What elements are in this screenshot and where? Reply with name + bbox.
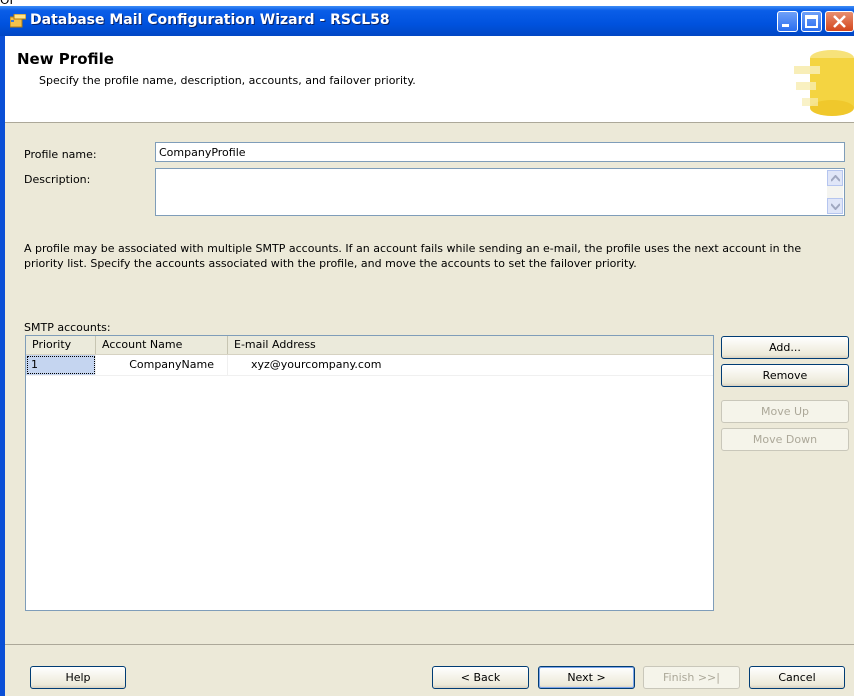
column-header-priority[interactable]: Priority — [26, 336, 96, 354]
help-button[interactable]: Help — [30, 666, 126, 689]
move-up-button[interactable]: Move Up — [721, 400, 849, 423]
description-label: Description: — [24, 173, 91, 186]
smtp-accounts-label: SMTP accounts: — [24, 321, 111, 334]
page-header: New Profile Specify the profile name, de… — [5, 36, 854, 123]
profile-name-label: Profile name: — [24, 148, 97, 161]
close-button[interactable] — [825, 11, 854, 32]
window-title: Database Mail Configuration Wizard - RSC… — [30, 12, 390, 28]
column-header-email[interactable]: E-mail Address — [228, 336, 714, 354]
scroll-down-arrow[interactable] — [827, 198, 843, 214]
info-text: A profile may be associated with multipl… — [24, 242, 802, 270]
page-title: New Profile — [17, 50, 114, 68]
description-input[interactable] — [156, 169, 844, 215]
footer-divider — [5, 644, 854, 645]
finish-button[interactable]: Finish >>| — [643, 666, 740, 689]
grid-header: Priority Account Name E-mail Address — [26, 336, 713, 355]
app-icon — [9, 13, 27, 28]
wizard-window: Database Mail Configuration Wizard - RSC… — [0, 6, 854, 696]
add-button[interactable]: Add... — [721, 336, 849, 359]
description-scrollbar[interactable] — [827, 170, 843, 214]
next-button[interactable]: Next > — [538, 666, 635, 689]
cancel-button[interactable]: Cancel — [749, 666, 845, 689]
remove-button[interactable]: Remove — [721, 364, 849, 387]
page-subtitle: Specify the profile name, description, a… — [39, 74, 416, 87]
row-priority[interactable]: 1 — [26, 355, 96, 375]
profile-name-field[interactable] — [155, 142, 845, 162]
scroll-up-arrow[interactable] — [827, 170, 843, 186]
minimize-button[interactable] — [777, 11, 798, 32]
description-field[interactable] — [155, 168, 845, 216]
row-account-name[interactable]: CompanyName — [96, 355, 228, 375]
wizard-client-area: New Profile Specify the profile name, de… — [5, 36, 854, 696]
smtp-accounts-grid[interactable]: Priority Account Name E-mail Address 1 C… — [25, 335, 714, 611]
profile-name-input[interactable] — [156, 143, 844, 161]
maximize-button[interactable] — [801, 11, 822, 32]
database-mail-graphic — [774, 36, 854, 122]
title-bar[interactable]: Database Mail Configuration Wizard - RSC… — [0, 6, 854, 36]
move-down-button[interactable]: Move Down — [721, 428, 849, 451]
back-button[interactable]: < Back — [432, 666, 529, 689]
row-email[interactable]: xyz@yourcompany.com — [228, 355, 714, 375]
table-row[interactable]: 1 CompanyName xyz@yourcompany.com — [26, 355, 713, 376]
column-header-account-name[interactable]: Account Name — [96, 336, 228, 354]
